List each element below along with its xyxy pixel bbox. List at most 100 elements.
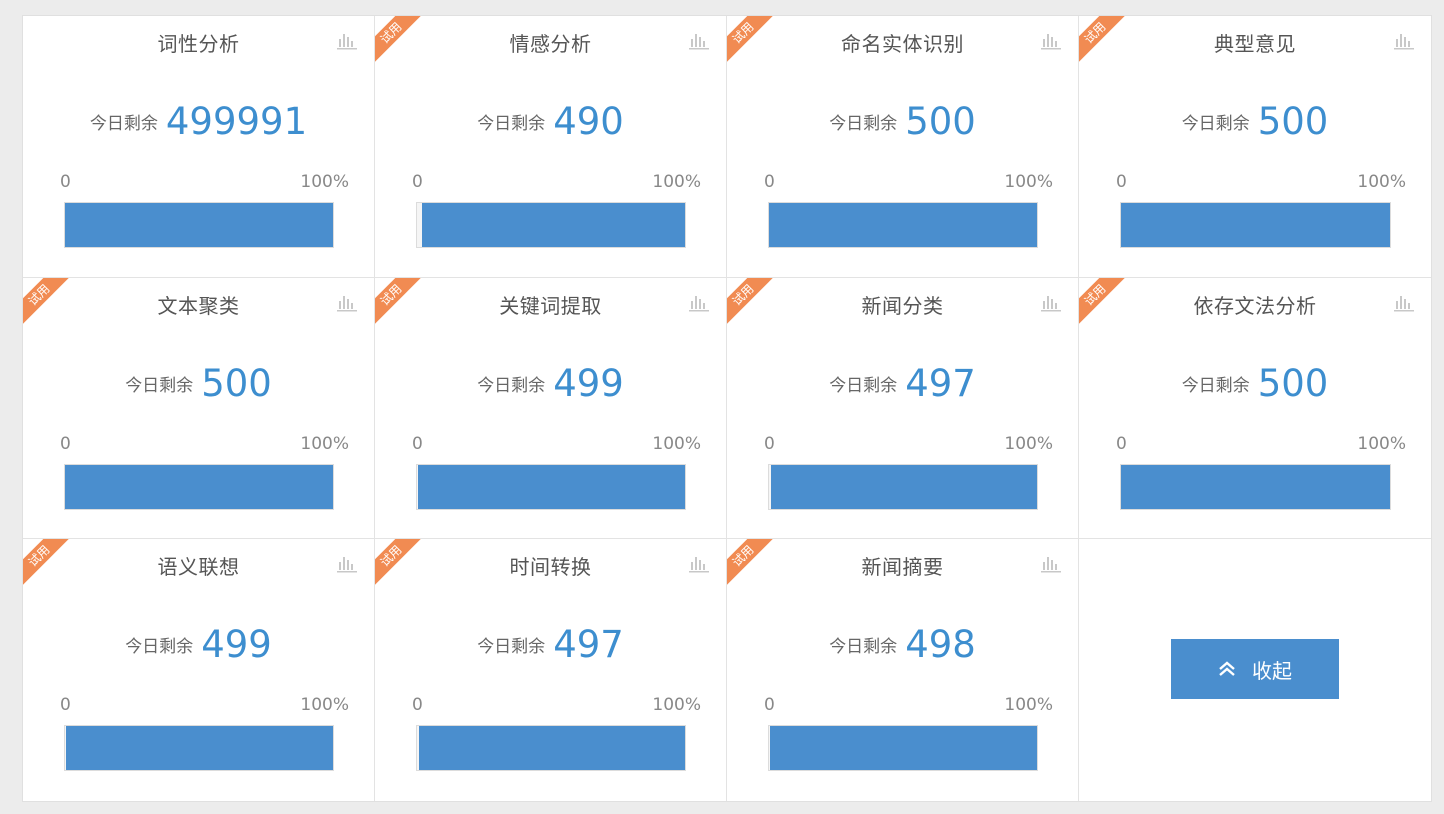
remaining-label: 今日剩余 — [829, 375, 898, 396]
quota-card-typical-opinion: 试用 典型意见 今日剩余 500 0 100% — [1079, 16, 1431, 278]
usage-bar-fill — [769, 203, 1037, 247]
remaining-label: 今日剩余 — [1181, 114, 1250, 134]
scale-max-label: 100% — [1357, 433, 1406, 454]
usage-bar — [416, 463, 686, 510]
quota-card-news-summary: 试用 新闻摘要 今日剩余 498 0 100% — [727, 539, 1079, 801]
scale-max-label: 100% — [300, 172, 349, 192]
usage-bar-fill — [770, 464, 1037, 509]
remaining-count: 500 — [1257, 100, 1329, 143]
scale-max-label: 100% — [652, 172, 701, 192]
card-title: 新闻摘要 — [861, 555, 944, 580]
scale-max-label: 100% — [300, 695, 349, 716]
quota-card-news-classification: 试用 新闻分类 今日剩余 497 0 100% — [727, 277, 1079, 540]
usage-bar-fill — [1121, 464, 1390, 509]
bar-chart-icon[interactable] — [689, 30, 709, 50]
usage-bar — [1120, 202, 1391, 248]
usage-bar-fill — [422, 203, 685, 247]
scale-min-label: 0 — [60, 433, 71, 454]
collapse-button[interactable]: 收起 — [1171, 639, 1339, 700]
bar-chart-icon[interactable] — [1394, 30, 1414, 50]
remaining-count: 497 — [553, 623, 624, 667]
remaining-label: 今日剩余 — [477, 637, 546, 658]
card-title: 文本聚类 — [157, 293, 240, 318]
quota-card-text-clustering: 试用 文本聚类 今日剩余 500 0 100% — [23, 277, 375, 540]
usage-bar — [416, 202, 686, 248]
bar-chart-icon[interactable] — [337, 30, 357, 50]
scale-max-label: 100% — [1004, 433, 1053, 454]
bar-chart-icon[interactable] — [1041, 292, 1061, 312]
quota-card-sentiment-analysis: 试用 情感分析 今日剩余 490 0 100% — [375, 16, 727, 278]
remaining-row: 今日剩余 499 — [375, 362, 726, 405]
usage-bar-fill — [1121, 203, 1390, 247]
card-title: 语义联想 — [157, 555, 240, 580]
bar-chart-icon[interactable] — [337, 292, 357, 312]
remaining-count: 500 — [1257, 361, 1329, 405]
remaining-count: 500 — [201, 361, 272, 405]
usage-bar-fill — [417, 464, 685, 509]
scale-max-label: 100% — [1004, 695, 1053, 716]
quota-card-named-entity-recognition: 试用 命名实体识别 今日剩余 500 0 100% — [727, 16, 1079, 278]
remaining-row: 今日剩余 498 — [727, 623, 1078, 666]
remaining-row: 今日剩余 497 — [375, 623, 726, 666]
scale-min-label: 0 — [412, 433, 423, 454]
bar-chart-icon[interactable] — [1041, 30, 1061, 50]
remaining-row: 今日剩余 500 — [1079, 100, 1431, 143]
bar-chart-icon[interactable] — [1394, 292, 1414, 312]
usage-bar-fill — [65, 464, 333, 509]
remaining-count: 499 — [201, 623, 272, 667]
quota-grid: 词性分析 今日剩余 499991 0 100% 试用 情感分析 今日剩余 490 0… — [23, 16, 1431, 801]
bar-chart-icon[interactable] — [337, 553, 357, 573]
card-title: 情感分析 — [509, 32, 592, 56]
quota-panel: 词性分析 今日剩余 499991 0 100% 试用 情感分析 今日剩余 490 0… — [22, 15, 1432, 802]
remaining-label: 今日剩余 — [477, 375, 546, 396]
scale-min-label: 0 — [60, 172, 71, 192]
scale-min-label: 0 — [412, 695, 423, 716]
remaining-label: 今日剩余 — [125, 375, 194, 396]
scale-max-label: 100% — [652, 433, 701, 454]
remaining-row: 今日剩余 500 — [23, 362, 374, 405]
remaining-count: 499 — [553, 361, 624, 405]
card-title: 典型意见 — [1214, 32, 1296, 56]
quota-card-dependency-parsing: 试用 依存文法分析 今日剩余 500 0 100% — [1079, 277, 1431, 540]
bar-chart-icon[interactable] — [689, 553, 709, 573]
remaining-label: 今日剩余 — [1181, 375, 1250, 396]
bar-chart-icon[interactable] — [689, 292, 709, 312]
scale-min-label: 0 — [412, 172, 423, 192]
scale-max-label: 100% — [1357, 172, 1406, 192]
remaining-label: 今日剩余 — [829, 637, 898, 658]
collapse-cell: 收起 — [1079, 539, 1431, 801]
scale-max-label: 100% — [652, 695, 701, 716]
scale-max-label: 100% — [1004, 172, 1053, 192]
quota-card-semantic-association: 试用 语义联想 今日剩余 499 0 100% — [23, 539, 375, 801]
usage-bar — [768, 725, 1038, 772]
card-title: 命名实体识别 — [841, 32, 964, 56]
remaining-label: 今日剩余 — [89, 114, 158, 134]
remaining-label: 今日剩余 — [829, 114, 898, 134]
remaining-row: 今日剩余 500 — [727, 100, 1078, 143]
double-chevron-up-icon — [1219, 661, 1235, 677]
usage-bar — [416, 725, 686, 772]
remaining-row: 今日剩余 499991 — [23, 100, 374, 143]
remaining-count: 499991 — [165, 100, 308, 143]
quota-card-keyword-extraction: 试用 关键词提取 今日剩余 499 0 100% — [375, 277, 727, 540]
remaining-count: 500 — [905, 100, 976, 143]
bar-chart-icon[interactable] — [1041, 553, 1061, 573]
usage-bar — [768, 463, 1038, 510]
card-title: 时间转换 — [509, 555, 592, 580]
scale-min-label: 0 — [764, 433, 775, 454]
usage-bar — [768, 202, 1038, 248]
scale-min-label: 0 — [60, 695, 71, 716]
scale-min-label: 0 — [764, 695, 775, 716]
card-title: 依存文法分析 — [1193, 293, 1317, 318]
remaining-label: 今日剩余 — [125, 637, 194, 658]
usage-bar-fill — [65, 726, 333, 771]
usage-bar-fill — [770, 726, 1037, 771]
usage-bar-fill — [65, 203, 333, 247]
remaining-count: 498 — [905, 623, 976, 667]
usage-bar-fill — [418, 726, 685, 771]
remaining-row: 今日剩余 497 — [727, 362, 1078, 405]
card-title: 新闻分类 — [861, 293, 944, 318]
collapse-label: 收起 — [1252, 658, 1292, 683]
usage-bar — [64, 202, 334, 248]
usage-bar — [1120, 463, 1391, 510]
